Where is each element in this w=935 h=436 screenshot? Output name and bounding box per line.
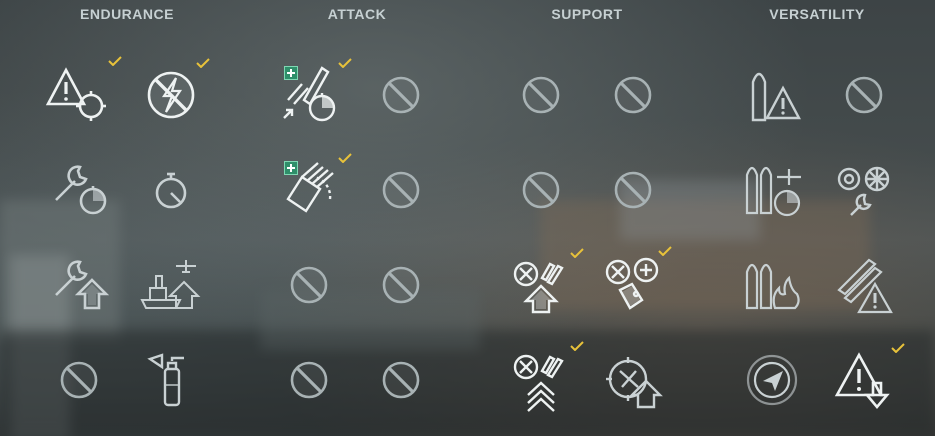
aircraft-crosshair-arrow-up-icon bbox=[606, 357, 663, 409]
warning-target-icon bbox=[45, 67, 106, 121]
not-available-icon bbox=[522, 171, 560, 209]
skill-v-3-1[interactable] bbox=[737, 250, 807, 320]
fire-extinguisher-icon bbox=[147, 353, 184, 407]
learned-checkmark-icon bbox=[570, 248, 584, 258]
skill-s-2-2[interactable] bbox=[598, 155, 668, 225]
skill-s-2-1[interactable] bbox=[506, 155, 576, 225]
header-versatility: VERSATILITY bbox=[769, 6, 865, 22]
skill-a-2-2[interactable] bbox=[366, 155, 436, 225]
ship-aircraft-arrow-up-icon bbox=[140, 260, 201, 309]
skill-v-1-2[interactable] bbox=[829, 60, 899, 130]
shell-warning-icon bbox=[751, 72, 801, 122]
not-available-icon bbox=[290, 266, 328, 304]
skill-a-4-2[interactable] bbox=[366, 345, 436, 415]
skill-a-1-2[interactable] bbox=[366, 60, 436, 130]
skill-e-3-2[interactable] bbox=[136, 250, 206, 320]
aa-shells-arrow-up-icon bbox=[513, 261, 564, 314]
aa-shells-double-arrow-icon bbox=[513, 354, 564, 412]
learned-checkmark-icon bbox=[196, 58, 210, 68]
wrench-timer-icon bbox=[55, 165, 107, 215]
skill-category-headers: ENDURANCE ATTACK SUPPORT VERSATILITY bbox=[0, 6, 935, 28]
aa-plus-tags-icon bbox=[605, 257, 659, 310]
gears-wrench-icon bbox=[837, 166, 890, 216]
not-available-icon bbox=[522, 76, 560, 114]
skill-e-2-1[interactable] bbox=[44, 155, 114, 225]
skill-e-3-1[interactable] bbox=[44, 250, 114, 320]
skill-e-4-1[interactable] bbox=[44, 345, 114, 415]
skill-a-4-1[interactable] bbox=[274, 345, 344, 415]
not-available-icon bbox=[845, 76, 883, 114]
learned-checkmark-icon bbox=[570, 341, 584, 351]
not-available-icon bbox=[382, 76, 420, 114]
skill-s-3-2[interactable] bbox=[598, 246, 672, 320]
skill-v-2-1[interactable] bbox=[737, 155, 807, 225]
header-endurance: ENDURANCE bbox=[80, 6, 174, 22]
not-available-icon bbox=[290, 361, 328, 399]
not-available-icon bbox=[60, 361, 98, 399]
skill-v-2-2[interactable] bbox=[829, 155, 899, 225]
bonus-plus-icon bbox=[284, 66, 298, 80]
learned-checkmark-icon bbox=[338, 58, 352, 68]
crossed-lightning-icon bbox=[147, 71, 195, 119]
not-available-icon bbox=[382, 171, 420, 209]
not-available-icon bbox=[382, 361, 420, 399]
header-attack: ATTACK bbox=[327, 6, 387, 22]
priority-target-skill[interactable] bbox=[44, 56, 122, 130]
skill-s-3-1[interactable] bbox=[506, 248, 584, 320]
header-support: SUPPORT bbox=[551, 6, 623, 22]
skill-a-1-1[interactable] bbox=[274, 58, 352, 130]
skill-v-4-1[interactable] bbox=[737, 345, 807, 415]
skill-s-4-2[interactable] bbox=[598, 345, 668, 415]
shells-fire-icon bbox=[745, 263, 800, 310]
skill-v-1-1[interactable] bbox=[737, 60, 807, 130]
not-available-icon bbox=[614, 171, 652, 209]
skill-a-2-1[interactable] bbox=[274, 153, 352, 225]
torpedoes-warning-icon bbox=[837, 258, 893, 314]
skill-v-4-2[interactable] bbox=[829, 343, 905, 415]
wrench-arrow-up-icon bbox=[55, 260, 110, 310]
learned-checkmark-icon bbox=[658, 246, 672, 256]
skill-a-3-2[interactable] bbox=[366, 250, 436, 320]
skill-v-3-2[interactable] bbox=[829, 250, 899, 320]
learned-checkmark-icon bbox=[891, 343, 905, 353]
skill-s-1-2[interactable] bbox=[598, 60, 668, 130]
stopwatch-icon bbox=[155, 172, 187, 209]
shells-aircraft-timer-icon bbox=[745, 166, 801, 217]
skill-e-4-2[interactable] bbox=[136, 345, 206, 415]
not-available-icon bbox=[382, 266, 420, 304]
skill-s-4-1[interactable] bbox=[506, 341, 584, 415]
skill-a-3-1[interactable] bbox=[274, 250, 344, 320]
skill-s-1-1[interactable] bbox=[506, 60, 576, 130]
not-available-icon bbox=[614, 76, 652, 114]
learned-checkmark-icon bbox=[108, 56, 122, 66]
radar-arrow-icon bbox=[746, 354, 798, 406]
warning-down-arrow-icon bbox=[834, 352, 890, 410]
bonus-plus-icon bbox=[284, 161, 298, 175]
last-stand-skill[interactable] bbox=[136, 58, 210, 130]
learned-checkmark-icon bbox=[338, 153, 352, 163]
skill-e-2-2[interactable] bbox=[136, 155, 206, 225]
